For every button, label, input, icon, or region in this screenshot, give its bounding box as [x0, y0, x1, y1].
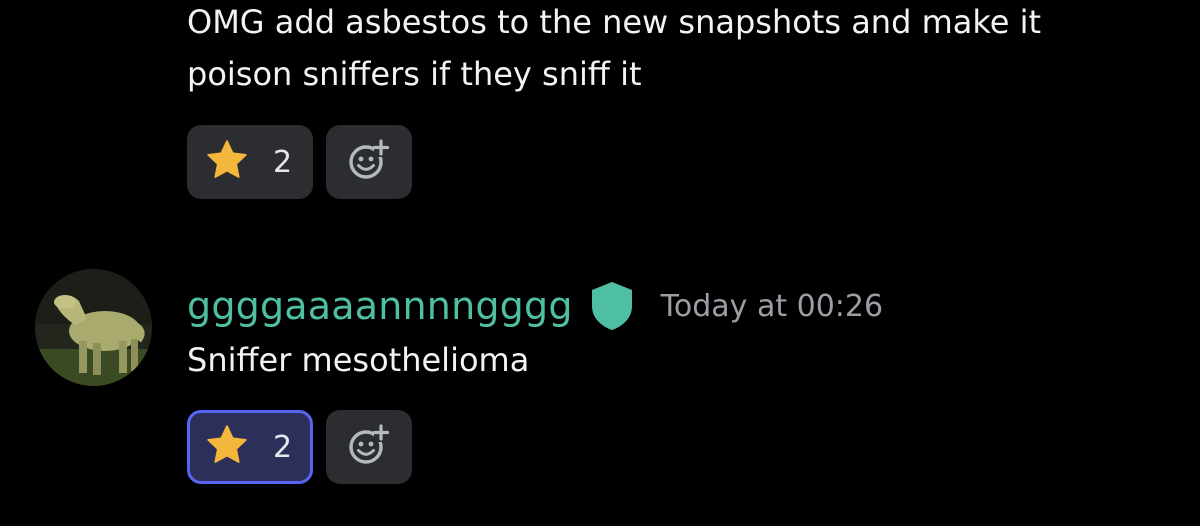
username[interactable]: ggggaaaannnngggg: [187, 284, 573, 328]
message-text: OMG add asbestos to the new snapshots an…: [187, 0, 1041, 100]
shield-icon[interactable]: [587, 280, 637, 332]
message-line: poison sniffers if they sniff it: [187, 55, 642, 93]
chat-view: OMG add asbestos to the new snapshots an…: [0, 0, 1200, 526]
message-line: OMG add asbestos to the new snapshots an…: [187, 3, 1042, 41]
message-header: ggggaaaannnngggg Today at 00:26: [187, 276, 883, 336]
reaction-count: 2: [273, 429, 293, 465]
message-text: Sniffer mesothelioma: [187, 341, 530, 379]
star-reaction-button[interactable]: 2: [187, 410, 313, 484]
timestamp[interactable]: Today at 00:26: [661, 289, 883, 324]
star-icon: [205, 424, 249, 470]
avatar[interactable]: [35, 269, 152, 386]
add-reaction-button[interactable]: [326, 125, 412, 199]
add-reaction-button[interactable]: [326, 410, 412, 484]
reaction-count: 2: [273, 144, 293, 180]
star-reaction-button[interactable]: 2: [187, 125, 313, 199]
add-reaction-icon: [346, 137, 392, 187]
add-reaction-icon: [346, 422, 392, 472]
star-icon: [205, 139, 249, 185]
